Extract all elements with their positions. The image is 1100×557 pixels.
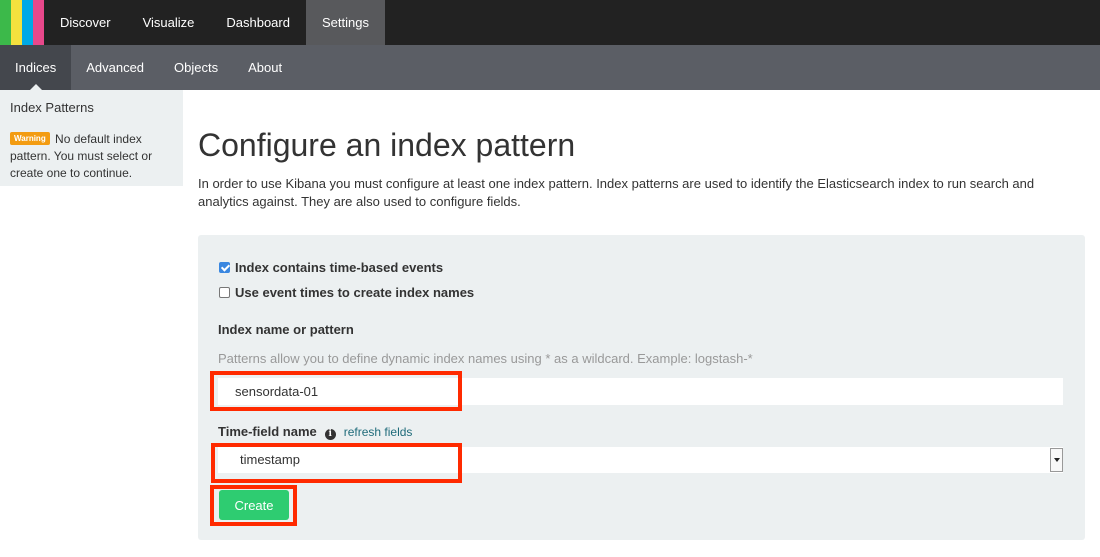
time-field-label: Time-field name xyxy=(218,424,317,439)
event-times-checkbox[interactable] xyxy=(219,287,230,298)
subtab-indices[interactable]: Indices xyxy=(0,45,72,90)
main-content: Configure an index pattern In order to u… xyxy=(198,90,1085,540)
index-name-label: Index name or pattern xyxy=(218,322,354,337)
event-times-row[interactable]: Use event times to create index names xyxy=(219,285,474,300)
index-name-help: Patterns allow you to define dynamic ind… xyxy=(218,351,753,366)
time-based-checkbox[interactable] xyxy=(219,262,230,273)
page-title: Configure an index pattern xyxy=(198,127,576,163)
tab-visualize[interactable]: Visualize xyxy=(127,0,211,45)
index-patterns-sidebar: Index Patterns Warning No default index … xyxy=(0,90,183,186)
no-default-warning: Warning No default index pattern. You mu… xyxy=(10,131,173,182)
top-navbar: Discover Visualize Dashboard Settings xyxy=(0,0,1100,45)
tab-settings[interactable]: Settings xyxy=(305,0,385,45)
settings-subnav: Indices Advanced Objects About xyxy=(0,45,1100,90)
tab-discover[interactable]: Discover xyxy=(44,0,127,45)
subtab-about[interactable]: About xyxy=(233,45,297,90)
subtab-advanced[interactable]: Advanced xyxy=(71,45,159,90)
kibana-logo[interactable] xyxy=(0,0,44,45)
time-field-row: Time-field name i refresh fields xyxy=(218,424,412,440)
refresh-fields-link[interactable]: refresh fields xyxy=(344,425,413,439)
info-icon[interactable]: i xyxy=(324,429,336,440)
tab-dashboard[interactable]: Dashboard xyxy=(210,0,306,45)
intro-text: In order to use Kibana you must configur… xyxy=(198,176,1035,209)
time-based-row[interactable]: Index contains time-based events xyxy=(219,260,443,275)
event-times-label[interactable]: Use event times to create index names xyxy=(235,285,474,300)
chevron-down-icon[interactable] xyxy=(1050,448,1063,472)
highlight-index-input xyxy=(210,371,462,411)
warning-badge: Warning xyxy=(10,132,50,145)
highlight-time-field xyxy=(211,443,462,483)
sidebar-title: Index Patterns xyxy=(10,100,94,115)
highlight-create-button xyxy=(210,485,297,526)
time-based-label[interactable]: Index contains time-based events xyxy=(235,260,443,275)
top-nav-tabs: Discover Visualize Dashboard Settings xyxy=(44,0,385,45)
subtab-objects[interactable]: Objects xyxy=(159,45,233,90)
